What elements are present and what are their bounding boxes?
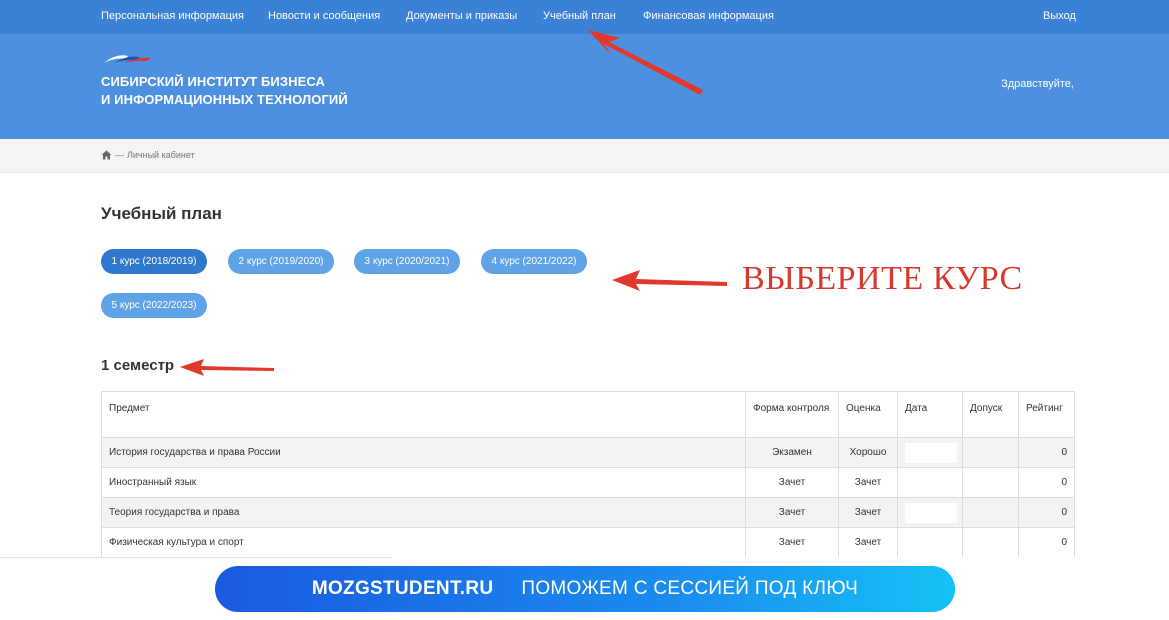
cell-control: Зачет xyxy=(745,527,839,558)
promo-banner[interactable]: MOZGSTUDENT.RU ПОМОЖЕМ С СЕССИЕЙ ПОД КЛЮ… xyxy=(215,566,955,612)
col-header-date: Дата xyxy=(897,391,963,438)
table-header-row: Предмет Форма контроля Оценка Дата Допус… xyxy=(101,391,1075,438)
cell-grade: Зачет xyxy=(838,527,898,558)
cell-date xyxy=(897,527,963,558)
course-pill-3[interactable]: 3 курс (2020/2021) xyxy=(354,249,460,274)
table-row: Физическая культура и спорт Зачет Зачет … xyxy=(101,527,1075,558)
cell-admission xyxy=(962,467,1019,498)
cell-subject: История государства и права России xyxy=(101,437,746,468)
cell-date xyxy=(897,497,963,528)
cell-date xyxy=(897,437,963,468)
cell-control: Экзамен xyxy=(745,437,839,468)
cell-grade: Хорошо xyxy=(838,437,898,468)
nav-study-plan[interactable]: Учебный план xyxy=(543,10,616,22)
cell-grade: Зачет xyxy=(838,467,898,498)
table-row: Иностранный язык Зачет Зачет 0 xyxy=(101,467,1075,498)
cell-date xyxy=(897,467,963,498)
col-header-rating: Рейтинг xyxy=(1018,391,1075,438)
cell-grade: Зачет xyxy=(838,497,898,528)
logout-link[interactable]: Выход xyxy=(1043,10,1076,22)
cell-rating: 0 xyxy=(1018,527,1075,558)
course-pill-1[interactable]: 1 курс (2018/2019) xyxy=(101,249,207,274)
cell-rating: 0 xyxy=(1018,467,1075,498)
flag-logo-icon xyxy=(104,55,151,63)
page-title: Учебный план xyxy=(101,204,222,223)
cell-admission xyxy=(962,497,1019,528)
semester-heading: 1 семестр xyxy=(101,357,175,374)
nav-news[interactable]: Новости и сообщения xyxy=(268,10,380,22)
cell-admission xyxy=(962,437,1019,468)
redacted-date xyxy=(905,502,957,523)
arrow-to-courses-icon xyxy=(612,270,727,291)
home-icon[interactable] xyxy=(101,150,112,160)
top-nav: Персональная информация Новости и сообще… xyxy=(0,0,1169,34)
course-pill-4[interactable]: 4 курс (2021/2022) xyxy=(481,249,587,274)
col-header-admission: Допуск xyxy=(962,391,1019,438)
col-header-control: Форма контроля xyxy=(745,391,839,438)
course-pill-5[interactable]: 5 курс (2022/2023) xyxy=(101,293,207,318)
table-row: История государства и права России Экзам… xyxy=(101,437,1075,468)
course-pill-2[interactable]: 2 курс (2019/2020) xyxy=(228,249,334,274)
col-header-grade: Оценка xyxy=(838,391,898,438)
cell-admission xyxy=(962,527,1019,558)
breadcrumb-bar: — Личный кабинет xyxy=(0,139,1169,173)
nav-personal-info[interactable]: Персональная информация xyxy=(101,10,244,22)
cell-subject: Теория государства и права xyxy=(101,497,746,528)
study-plan-table: Предмет Форма контроля Оценка Дата Допус… xyxy=(101,391,1075,558)
cell-subject: Иностранный язык xyxy=(101,467,746,498)
brand-line-2: И ИНФОРМАЦИОННЫХ ТЕХНОЛОГИЙ xyxy=(101,92,348,107)
institute-name[interactable]: СИБИРСКИЙ ИНСТИТУТ БИЗНЕСА И ИНФОРМАЦИОН… xyxy=(101,73,348,109)
annotation-choose-course: ВЫБЕРИТЕ КУРС xyxy=(742,260,1023,297)
cell-subject: Физическая культура и спорт xyxy=(101,527,746,558)
nav-documents[interactable]: Документы и приказы xyxy=(406,10,517,22)
arrow-to-semester-icon xyxy=(180,359,274,376)
redacted-date xyxy=(905,442,957,463)
banner-slogan: ПОМОЖЕМ С СЕССИЕЙ ПОД КЛЮЧ xyxy=(521,578,859,599)
cell-rating: 0 xyxy=(1018,497,1075,528)
nav-finance[interactable]: Финансовая информация xyxy=(643,10,774,22)
cell-control: Зачет xyxy=(745,467,839,498)
cell-control: Зачет xyxy=(745,497,839,528)
cell-rating: 0 xyxy=(1018,437,1075,468)
col-header-subject: Предмет xyxy=(101,391,746,438)
site-header: СИБИРСКИЙ ИНСТИТУТ БИЗНЕСА И ИНФОРМАЦИОН… xyxy=(0,34,1169,139)
brand-line-1: СИБИРСКИЙ ИНСТИТУТ БИЗНЕСА xyxy=(101,74,325,89)
breadcrumb-separator: — xyxy=(115,150,124,160)
breadcrumb: — Личный кабинет xyxy=(101,150,195,160)
greeting-text: Здравствуйте, xyxy=(1001,78,1074,90)
table-row: Теория государства и права Зачет Зачет 0 xyxy=(101,497,1075,528)
banner-site: MOZGSTUDENT.RU xyxy=(311,578,494,599)
divider xyxy=(0,557,392,558)
breadcrumb-current: Личный кабинет xyxy=(127,150,195,160)
